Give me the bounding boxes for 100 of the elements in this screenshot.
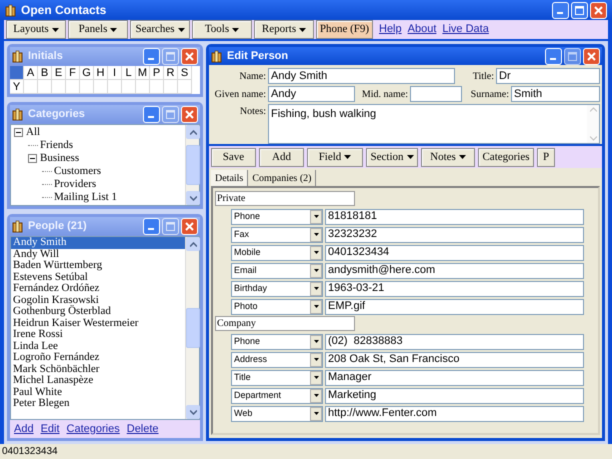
tree-item[interactable]: Mailing List 1 (54, 191, 117, 204)
all-initials-cell[interactable] (10, 66, 24, 80)
link[interactable]: Live Data (442, 21, 489, 38)
initial-cell[interactable]: M (136, 66, 150, 80)
initial-cell[interactable]: E (52, 66, 66, 80)
field-type-select[interactable]: Department (231, 388, 323, 404)
person-item[interactable]: Estevens Setúbal (11, 272, 185, 283)
link[interactable]: Delete (126, 420, 159, 438)
initial-cell[interactable]: I (108, 66, 122, 80)
person-item[interactable]: Gothenburg Österblad (11, 306, 185, 318)
minimize-button[interactable] (143, 106, 160, 122)
person-item[interactable]: Mark Schönbächler (11, 364, 185, 375)
dropdown-icon[interactable] (310, 246, 322, 260)
field-type-select[interactable]: Photo (231, 298, 323, 314)
dropdown-icon[interactable] (310, 210, 322, 224)
scrollbar[interactable] (185, 125, 199, 205)
scroll-down-icon[interactable] (186, 405, 200, 419)
initial-cell[interactable]: P (150, 66, 164, 80)
field-type-select[interactable]: Web (231, 406, 323, 422)
link[interactable]: Add (14, 420, 34, 438)
initial-cell[interactable]: L (122, 66, 136, 80)
minimize-button[interactable] (545, 48, 562, 64)
dropdown-icon[interactable] (310, 282, 322, 296)
field-type-select[interactable]: Birthday (231, 280, 323, 296)
tree-item[interactable]: All (26, 126, 40, 139)
person-item[interactable]: Logroño Fernández (11, 352, 185, 364)
field-type-select[interactable]: Fax (231, 226, 323, 242)
menu-button[interactable]: Searches (130, 20, 190, 39)
minimize-button[interactable] (552, 2, 569, 18)
menu-button[interactable]: Tools (192, 20, 252, 39)
field-type-select[interactable]: Title (231, 370, 323, 386)
tree-item[interactable]: Friends (40, 139, 73, 152)
field-value[interactable]: (02) 82838883 (325, 334, 584, 350)
tree-item[interactable]: Business (40, 152, 80, 165)
initial-cell[interactable]: H (94, 66, 108, 80)
tab[interactable]: Details (211, 170, 248, 186)
phone-button[interactable]: Phone (F9) (316, 20, 373, 39)
given-name-field[interactable]: Andy (268, 86, 355, 102)
menu-button[interactable]: Reports (254, 20, 314, 39)
person-item[interactable]: Andy Will (11, 248, 185, 260)
close-button[interactable] (583, 48, 600, 64)
initial-cell[interactable]: F (66, 66, 80, 80)
dropdown-icon[interactable] (310, 352, 322, 366)
person-item[interactable]: Baden Württemberg (11, 260, 185, 272)
name-field[interactable]: Andy Smith (268, 68, 455, 84)
field-value[interactable]: http://www.Fenter.com (325, 406, 584, 422)
field-type-select[interactable]: Mobile (231, 244, 323, 260)
link[interactable]: Categories (66, 420, 120, 438)
action-button[interactable]: Save (211, 148, 256, 166)
person-item[interactable]: Andy Smith (11, 237, 185, 248)
close-button[interactable] (181, 48, 198, 64)
dropdown-icon[interactable] (310, 264, 322, 278)
field-type-select[interactable]: Phone (231, 208, 323, 224)
scrollbar[interactable] (185, 237, 199, 419)
scroll-thumb[interactable] (186, 308, 200, 348)
collapse-icon[interactable] (28, 154, 37, 163)
scroll-thumb[interactable] (186, 145, 200, 185)
scroll-up-icon[interactable] (186, 125, 200, 139)
minimize-button[interactable] (143, 218, 160, 234)
title-field[interactable]: Dr (496, 68, 600, 84)
scroll-down-icon[interactable] (186, 191, 200, 205)
maximize-button[interactable] (571, 2, 588, 18)
mid-name-field[interactable] (410, 86, 462, 102)
surname-field[interactable]: Smith (511, 86, 600, 102)
person-item[interactable]: Fernández Ordóñez (11, 283, 185, 294)
field-value[interactable]: 81818181 (325, 208, 584, 224)
link[interactable]: Edit (40, 420, 60, 438)
minimize-button[interactable] (143, 48, 160, 64)
field-value[interactable]: 208 Oak St, San Francisco (325, 352, 584, 368)
close-button[interactable] (181, 218, 198, 234)
field-value[interactable]: 32323232 (325, 226, 584, 242)
field-type-select[interactable]: Email (231, 262, 323, 278)
link[interactable]: About (408, 21, 436, 38)
close-button[interactable] (590, 2, 607, 18)
person-item[interactable]: Irene Rossi (11, 329, 185, 340)
link[interactable]: Help (379, 21, 402, 38)
person-item[interactable]: Peter Blegen (11, 398, 185, 410)
dropdown-icon[interactable] (310, 406, 322, 420)
field-value[interactable]: Marketing (325, 388, 584, 404)
dropdown-icon[interactable] (310, 300, 322, 314)
action-button[interactable]: Categories (478, 148, 534, 166)
collapse-icon[interactable] (14, 128, 23, 137)
person-item[interactable]: Linda Lee (11, 340, 185, 352)
person-item[interactable]: Michel Lanaspèze (11, 375, 185, 386)
action-button[interactable]: Add (259, 148, 304, 166)
tree-item[interactable]: Providers (54, 178, 96, 191)
initial-cell[interactable]: B (38, 66, 52, 80)
field-value[interactable]: EMP.gif (325, 298, 584, 314)
menu-button[interactable]: Layouts (6, 20, 66, 39)
tree-item[interactable]: Customers (54, 165, 102, 178)
dropdown-icon[interactable] (310, 388, 322, 402)
scroll-up-icon[interactable] (186, 237, 200, 251)
maximize-button[interactable] (564, 48, 581, 64)
initial-cell[interactable]: G (80, 66, 94, 80)
menu-button[interactable]: Notes (421, 148, 475, 166)
dropdown-icon[interactable] (310, 228, 322, 242)
menu-button[interactable]: Panels (68, 20, 128, 39)
person-item[interactable]: Gogolin Krasowski (11, 294, 185, 306)
person-item[interactable]: Heidrun Kaiser Westermeier (11, 318, 185, 329)
field-type-select[interactable]: Phone (231, 334, 323, 350)
